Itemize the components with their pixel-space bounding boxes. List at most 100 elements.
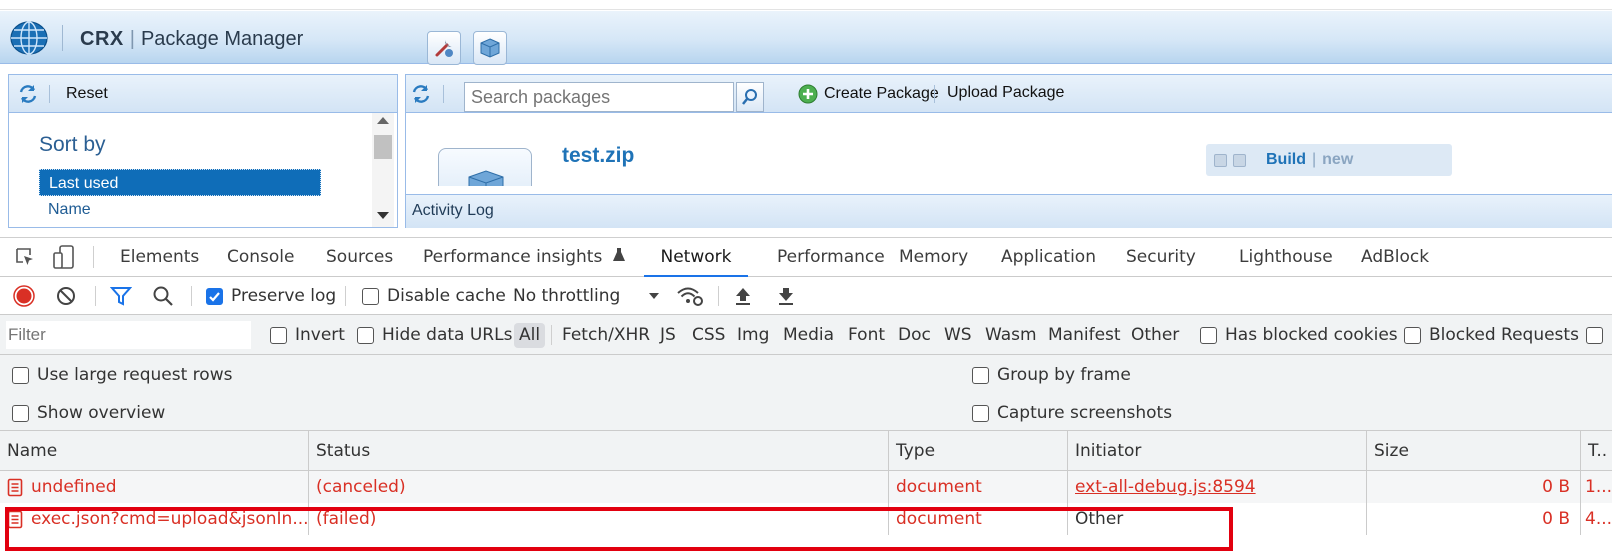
search-icon (153, 286, 173, 306)
column-header-type[interactable]: Type (889, 431, 1068, 471)
export-har-button[interactable] (776, 277, 796, 315)
group-by-frame-toggle[interactable]: Group by frame (972, 363, 1131, 387)
request-name-cell[interactable]: undefined (0, 471, 309, 503)
header-divider (62, 25, 63, 51)
filter-type-fetch-xhr[interactable]: Fetch/XHR (562, 315, 650, 355)
filter-toggle-button[interactable] (110, 277, 132, 315)
has-blocked-cookies-checkbox[interactable] (1200, 326, 1217, 344)
refresh-packages-icon[interactable] (408, 81, 434, 107)
sort-options-list: Last used Name (39, 169, 321, 223)
column-header-size[interactable]: Size (1367, 431, 1581, 471)
filter-type-manifest[interactable]: Manifest (1048, 315, 1121, 355)
filter-type-doc[interactable]: Doc (898, 315, 931, 355)
sort-option-name[interactable]: Name (39, 196, 321, 223)
use-large-rows-toggle[interactable]: Use large request rows (12, 363, 232, 387)
document-icon (7, 510, 23, 528)
request-status: (canceled) (309, 471, 889, 503)
show-overview-toggle[interactable]: Show overview (12, 401, 165, 425)
invert-label: Invert (295, 325, 345, 345)
tab-elements[interactable]: Elements (120, 238, 199, 277)
preserve-log-toggle[interactable]: Preserve log (206, 277, 336, 315)
package-list-item[interactable]: test.zip Build | new (406, 114, 1612, 186)
upload-package-button[interactable]: Upload Package (947, 84, 1064, 102)
activity-log-header[interactable]: Activity Log (406, 194, 1612, 228)
inspect-element-icon[interactable] (14, 246, 36, 272)
create-package-button[interactable]: Create Package (798, 84, 939, 104)
tab-security[interactable]: Security (1126, 238, 1196, 277)
tab-network[interactable]: Network (644, 238, 748, 277)
filter-type-img[interactable]: Img (737, 315, 769, 355)
filter-type-media[interactable]: Media (783, 315, 834, 355)
blocked-requests-toggle[interactable]: Blocked Requests (1404, 315, 1579, 355)
filter-input[interactable] (6, 321, 251, 349)
capture-screenshots-toggle[interactable]: Capture screenshots (972, 401, 1172, 425)
toolbar-separator (934, 85, 935, 103)
network-conditions-button[interactable] (676, 277, 704, 315)
package-view-button[interactable] (473, 31, 507, 65)
tab-application[interactable]: Application (1001, 238, 1096, 277)
show-overview-checkbox[interactable] (12, 404, 29, 422)
filter-type-font[interactable]: Font (848, 315, 885, 355)
upload-icon (736, 288, 750, 305)
tab-lighthouse[interactable]: Lighthouse (1239, 238, 1333, 277)
column-header-status[interactable]: Status (309, 431, 889, 471)
request-name-cell[interactable]: exec.json?cmd=upload&jsonIn... (0, 503, 309, 535)
filter-type-other[interactable]: Other (1131, 315, 1179, 355)
invert-checkbox[interactable] (270, 326, 287, 344)
column-header-time[interactable]: T.. (1581, 431, 1612, 471)
invert-toggle[interactable]: Invert (270, 315, 345, 355)
has-blocked-cookies-label: Has blocked cookies (1225, 325, 1398, 345)
search-network-button[interactable] (152, 277, 174, 315)
browser-top-edge (0, 0, 1612, 10)
request-initiator-link[interactable]: ext-all-debug.js:8594 (1068, 471, 1367, 503)
disable-cache-checkbox[interactable] (362, 287, 379, 305)
group-by-frame-checkbox[interactable] (972, 366, 989, 384)
disable-cache-toggle[interactable]: Disable cache (362, 277, 506, 315)
tab-console[interactable]: Console (227, 238, 295, 277)
blocked-requests-checkbox[interactable] (1404, 326, 1421, 344)
column-header-initiator[interactable]: Initiator (1068, 431, 1367, 471)
build-button[interactable]: Build (1266, 151, 1306, 169)
import-har-button[interactable] (733, 277, 753, 315)
filter-type-js[interactable]: JS (660, 315, 676, 355)
tools-button[interactable] (427, 31, 461, 65)
search-packages-input[interactable] (464, 82, 734, 112)
has-blocked-cookies-toggle[interactable]: Has blocked cookies (1200, 315, 1398, 355)
filter-type-ws[interactable]: WS (944, 315, 972, 355)
record-button[interactable] (12, 277, 36, 315)
reset-button[interactable]: Reset (66, 85, 108, 103)
third-party-checkbox[interactable] (1586, 326, 1603, 344)
sort-option-last-used[interactable]: Last used (39, 169, 321, 196)
scroll-thumb[interactable] (374, 135, 392, 159)
clear-button[interactable] (55, 277, 77, 315)
sort-list-scrollbar[interactable] (372, 113, 394, 227)
column-header-name[interactable]: Name (0, 431, 309, 471)
use-large-rows-checkbox[interactable] (12, 366, 29, 384)
capture-screenshots-checkbox[interactable] (972, 404, 989, 422)
tab-bar-separator (93, 246, 94, 268)
package-name-link[interactable]: test.zip (562, 144, 634, 168)
scroll-down-arrow-icon[interactable] (377, 212, 389, 219)
hide-data-urls-toggle[interactable]: Hide data URLs (357, 315, 512, 355)
tab-memory[interactable]: Memory (899, 238, 968, 277)
table-row[interactable]: undefined (canceled) document ext-all-de… (0, 471, 1612, 503)
filter-type-all[interactable]: All (514, 323, 546, 348)
refresh-icon[interactable] (15, 81, 41, 107)
tab-adblock[interactable]: AdBlock (1361, 238, 1429, 277)
third-party-toggle[interactable] (1586, 315, 1611, 355)
tab-performance[interactable]: Performance (777, 238, 885, 277)
search-button[interactable] (736, 82, 764, 112)
request-size: 0 B (1367, 503, 1581, 535)
filter-type-css[interactable]: CSS (692, 315, 725, 355)
network-filter-bar: Invert Hide data URLs All Fetch/XHR JS C… (0, 315, 1612, 355)
tab-performance-insights[interactable]: Performance insights (423, 238, 626, 277)
preserve-log-checkbox[interactable] (206, 287, 223, 305)
hide-data-urls-checkbox[interactable] (357, 326, 374, 344)
device-toolbar-icon[interactable] (52, 244, 76, 274)
filter-type-wasm[interactable]: Wasm (985, 315, 1037, 355)
scroll-up-arrow-icon[interactable] (377, 117, 389, 124)
table-row[interactable]: exec.json?cmd=upload&jsonIn... (failed) … (0, 503, 1612, 535)
devtools-tab-bar: Elements Console Sources Performance ins… (0, 237, 1612, 277)
tab-sources[interactable]: Sources (326, 238, 393, 277)
throttling-select[interactable]: No throttling (513, 277, 660, 315)
